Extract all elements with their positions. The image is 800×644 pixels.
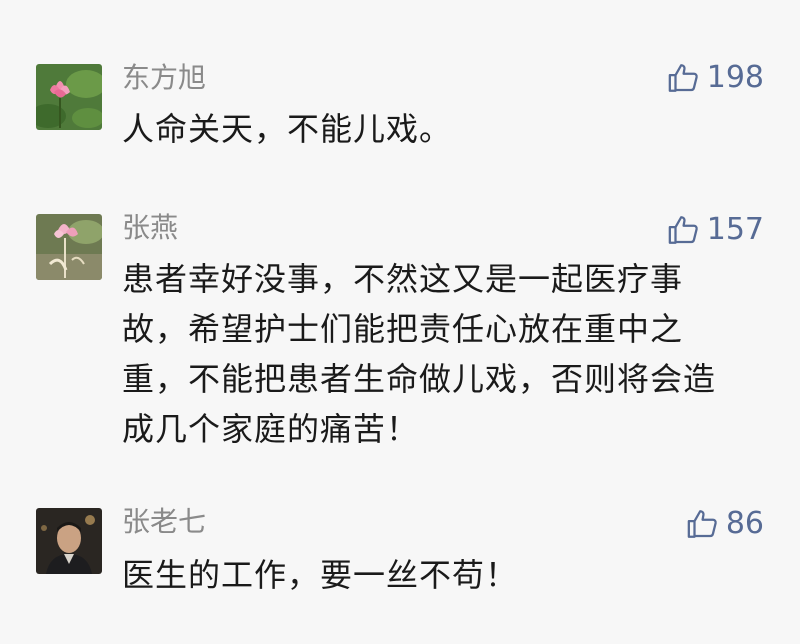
- user-avatar[interactable]: [36, 508, 102, 574]
- like-button[interactable]: 198: [667, 60, 764, 96]
- user-avatar[interactable]: [36, 214, 102, 280]
- comment-text: 医生的工作，要一丝不苟！: [122, 556, 519, 594]
- like-button[interactable]: 86: [686, 506, 764, 542]
- user-name[interactable]: 张燕: [122, 210, 178, 246]
- flower-avatar-icon: [36, 214, 102, 280]
- like-count: 86: [725, 506, 764, 541]
- comment-text: 人命关天，不能儿戏。: [122, 110, 453, 148]
- comment-text: 患者幸好没事，不然这又是一起医疗事故，希望护士们能把责任心放在重中之重，不能把患…: [122, 260, 717, 448]
- thumbs-up-icon: [668, 216, 698, 244]
- lotus-avatar-icon: [36, 64, 102, 130]
- thumbs-up-icon: [668, 64, 698, 92]
- user-name[interactable]: 张老七: [122, 504, 206, 540]
- user-name[interactable]: 东方旭: [122, 60, 206, 96]
- like-button[interactable]: 157: [667, 212, 764, 248]
- person-photo-avatar-icon: [36, 508, 102, 574]
- like-count: 157: [706, 212, 764, 247]
- thumbs-up-icon: [687, 510, 717, 538]
- user-avatar[interactable]: [36, 64, 102, 130]
- like-count: 198: [706, 60, 764, 95]
